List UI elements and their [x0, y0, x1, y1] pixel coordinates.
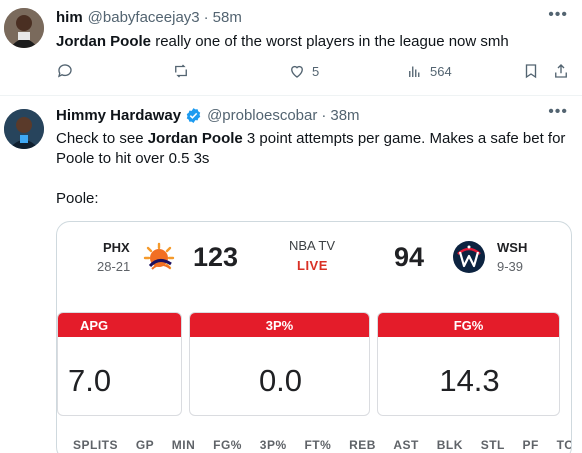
tweet-text-rest: really one of the worst players in the l… — [151, 33, 509, 50]
tweet-text: Check to see Jordan Poole 3 point attemp… — [56, 129, 566, 209]
action-bar: 5 564 — [56, 60, 576, 84]
timestamp[interactable]: 58m — [213, 9, 242, 26]
tweet-header: Himmy Hardaway @probloescobar · 38m — [56, 107, 360, 124]
mention-bold: Jordan Poole — [56, 33, 152, 50]
home-team-abbr: PHX — [103, 240, 130, 255]
home-team-score: 123 — [193, 242, 239, 272]
tweet-header: him @babyfaceejay3 · 58m — [56, 9, 242, 26]
tweet[interactable]: him @babyfaceejay3 · 58m ••• Jordan Pool… — [0, 0, 582, 96]
stat-value: 0.0 — [258, 363, 303, 398]
scoreboard-card[interactable]: PHX 28-21 123 NBA TV LIVE 94 WSH 9-39 AP… — [56, 221, 572, 453]
avatar[interactable] — [4, 109, 44, 149]
avatar-image — [4, 8, 44, 48]
suns-logo-icon — [143, 242, 175, 270]
avatar[interactable] — [4, 8, 44, 48]
share-button[interactable] — [552, 62, 570, 80]
retweet-icon — [175, 64, 187, 78]
away-team-abbr: WSH — [497, 240, 528, 255]
share-icon — [555, 64, 567, 78]
stat-box-fg: FG% 14.3 — [377, 312, 560, 416]
views-button[interactable]: 564 — [406, 62, 452, 80]
views-icon — [409, 66, 420, 77]
like-count: 5 — [312, 63, 320, 79]
wizards-logo-icon — [453, 241, 485, 273]
stat-box-3p: 3P% 0.0 — [189, 312, 370, 416]
tweet-text: Jordan Poole really one of the worst pla… — [56, 32, 509, 52]
splits-header-row: SPLITS GP MIN FG% 3P% FT% REB AST BLK ST… — [73, 438, 572, 452]
away-team-record: 9-39 — [497, 259, 524, 274]
stat-label: APG — [58, 313, 181, 337]
tweet[interactable]: Himmy Hardaway @probloescobar · 38m ••• … — [0, 97, 582, 453]
more-icon[interactable]: ••• — [548, 103, 568, 121]
separator-dot: · — [203, 9, 209, 26]
timestamp[interactable]: 38m — [330, 107, 359, 124]
bookmark-button[interactable] — [522, 62, 540, 80]
verified-icon — [186, 108, 201, 123]
like-icon — [291, 65, 303, 78]
display-name[interactable]: him — [56, 9, 83, 26]
user-handle[interactable]: @babyfaceejay3 — [88, 9, 200, 26]
stat-value: 7.0 — [68, 363, 112, 398]
broadcast-network: NBA TV — [289, 238, 336, 253]
stat-value: 14.3 — [439, 363, 500, 398]
mention-bold: Jordan Poole — [147, 130, 243, 147]
home-team-record: 28-21 — [97, 259, 131, 274]
live-status: LIVE — [297, 258, 328, 273]
away-team-score: 94 — [394, 242, 425, 272]
display-name[interactable]: Himmy Hardaway — [56, 107, 181, 124]
tweet-text-pre: Check to see — [56, 130, 148, 147]
reply-icon — [57, 64, 72, 78]
like-button[interactable]: 5 — [288, 62, 319, 80]
avatar-image — [4, 109, 44, 149]
retweet-button[interactable] — [172, 62, 196, 80]
stat-label: 3P% — [190, 313, 369, 337]
views-count: 564 — [430, 63, 452, 79]
reply-button[interactable] — [56, 62, 80, 80]
tweet-text-line3: Poole: — [56, 190, 99, 207]
stat-box-apg: APG 7.0 — [57, 312, 182, 416]
separator-dot: · — [321, 107, 327, 124]
more-icon[interactable]: ••• — [548, 6, 568, 24]
stat-label: FG% — [378, 313, 559, 337]
user-handle[interactable]: @probloescobar — [207, 107, 317, 124]
bookmark-icon — [525, 64, 537, 79]
